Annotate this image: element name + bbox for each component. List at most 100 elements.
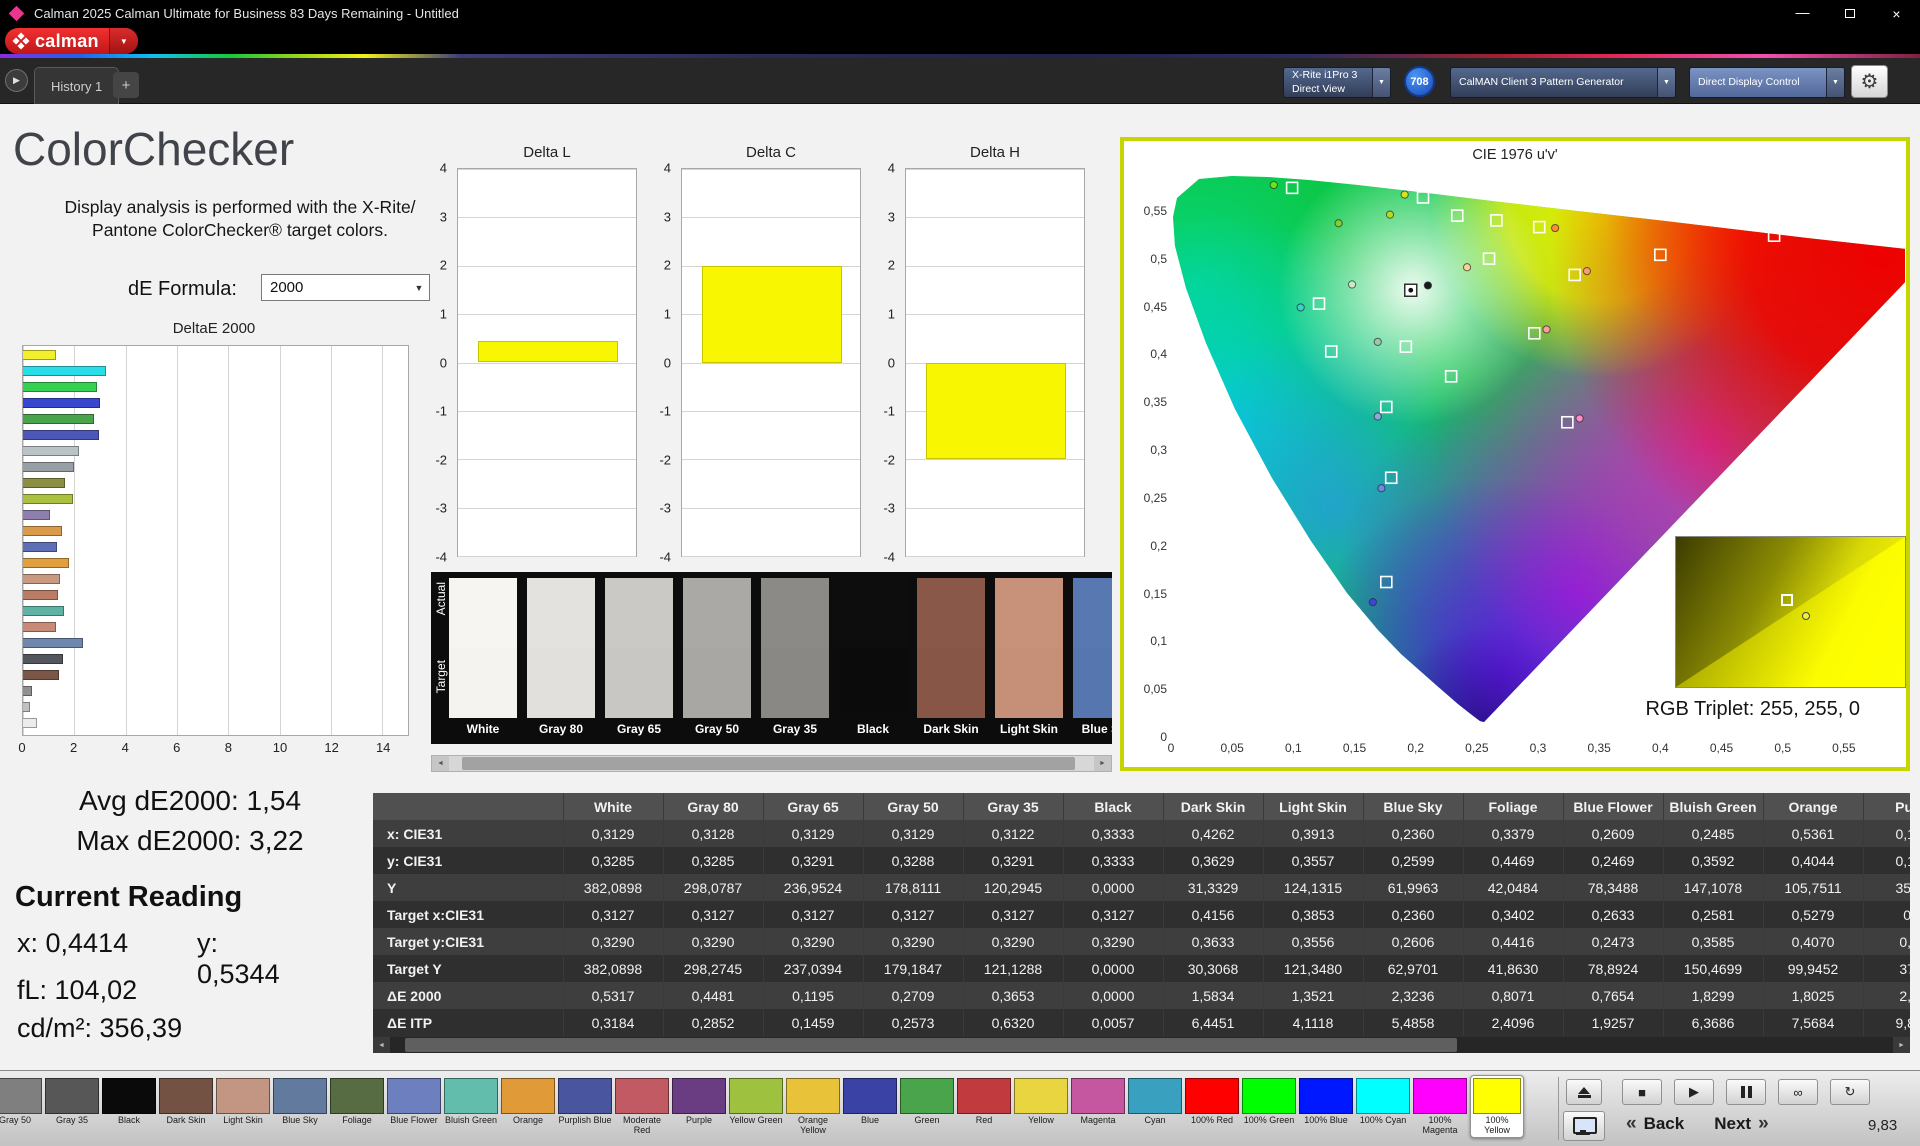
infinity-icon: ∞: [1793, 1084, 1803, 1100]
color-inset: [1675, 536, 1906, 688]
refresh-button[interactable]: ↻: [1830, 1079, 1870, 1105]
row-label: Y: [373, 874, 564, 901]
pattern-color: [1014, 1078, 1068, 1114]
row-label: ΔE ITP: [373, 1009, 564, 1036]
play-icon: ▶: [1689, 1084, 1699, 1099]
formula-dropdown[interactable]: 2000 ▼: [261, 274, 430, 301]
pattern-label: 100% Cyan: [1359, 1116, 1407, 1125]
pattern-button[interactable]: 100% Yellow: [1470, 1075, 1524, 1138]
pattern-button[interactable]: Magenta: [1071, 1078, 1125, 1138]
column-header: Orange: [1763, 793, 1864, 820]
scrollbar-track[interactable]: [390, 1037, 1893, 1053]
row-label: ΔE 2000: [373, 982, 564, 1009]
back-button[interactable]: « Back: [1626, 1113, 1684, 1135]
pattern-button[interactable]: 100% Red: [1185, 1078, 1239, 1138]
deltae-bar: [23, 494, 74, 504]
y-tick-label: 0,45: [1143, 299, 1167, 314]
pattern-button[interactable]: 100% Blue: [1299, 1078, 1353, 1138]
y-tick-label: -4: [659, 549, 671, 565]
pattern-button[interactable]: 100% Magenta: [1413, 1078, 1467, 1138]
pattern-label: Green: [914, 1116, 940, 1125]
y-tick-label: 4: [439, 160, 447, 176]
pattern-button[interactable]: Yellow: [1014, 1078, 1068, 1138]
swatch-label: White: [466, 722, 500, 736]
swatch: Black: [839, 578, 907, 736]
instrument-dropdown[interactable]: X-Rite i1Pro 3 Direct View ▼: [1283, 67, 1391, 98]
y-tick-label: -1: [435, 403, 447, 419]
delta-c-title: Delta C: [745, 144, 797, 161]
pattern-button[interactable]: Gray 50: [0, 1078, 42, 1138]
pattern-button[interactable]: Cyan: [1128, 1078, 1182, 1138]
display-window-button[interactable]: [1563, 1111, 1605, 1141]
pattern-button[interactable]: Green: [900, 1078, 954, 1138]
pattern-button[interactable]: Black: [102, 1078, 156, 1138]
next-button[interactable]: Next »: [1714, 1113, 1768, 1135]
pattern-label: Purplish Blue: [558, 1116, 612, 1125]
stop-button[interactable]: ■: [1622, 1079, 1662, 1105]
minimize-button[interactable]: —: [1779, 0, 1826, 27]
calman-logo[interactable]: calman ▼: [5, 28, 138, 54]
pattern-label: Black: [117, 1116, 140, 1125]
settings-button[interactable]: ⚙: [1851, 65, 1888, 98]
run-button[interactable]: ▶: [5, 69, 28, 92]
pattern-label: Blue Flower: [390, 1116, 438, 1125]
pattern-button[interactable]: Light Skin: [216, 1078, 270, 1138]
pattern-button[interactable]: Yellow Green: [729, 1078, 783, 1138]
pause-icon: [1740, 1086, 1752, 1098]
current-x: x: 0,4414: [17, 928, 129, 958]
deltae-bar: [23, 542, 58, 552]
logo-menu-button[interactable]: ▼: [108, 28, 138, 54]
loop-button[interactable]: ∞: [1778, 1079, 1818, 1105]
add-tab-button[interactable]: +: [113, 72, 139, 98]
pattern-label: Bluish Green: [444, 1116, 498, 1125]
pattern-button[interactable]: Blue Flower: [387, 1078, 441, 1138]
scrollbar-track[interactable]: [449, 756, 1094, 771]
table-scrollbar[interactable]: ◄ ►: [373, 1037, 1910, 1053]
pause-button[interactable]: [1726, 1079, 1766, 1105]
close-icon: ×: [1892, 5, 1901, 22]
swatch-scrollbar[interactable]: ◄ ►: [431, 755, 1112, 772]
pattern-button[interactable]: 100% Cyan: [1356, 1078, 1410, 1138]
x-tick-label: 0,05: [1220, 741, 1244, 755]
pattern-button[interactable]: Foliage: [330, 1078, 384, 1138]
display-control-dropdown[interactable]: Direct Display Control ▼: [1689, 67, 1845, 98]
pattern-button[interactable]: 100% Green: [1242, 1078, 1296, 1138]
scrollbar-thumb[interactable]: [461, 757, 1075, 770]
pattern-button[interactable]: Orange Yellow: [786, 1078, 840, 1138]
play-button[interactable]: ▶: [1674, 1079, 1714, 1105]
pattern-button[interactable]: Purplish Blue: [558, 1078, 612, 1138]
y-tick-label: 1: [439, 306, 447, 322]
scroll-left-button[interactable]: ◄: [373, 1037, 390, 1053]
maximize-button[interactable]: [1826, 0, 1873, 27]
pattern-button[interactable]: Bluish Green: [444, 1078, 498, 1138]
scroll-right-button[interactable]: ►: [1893, 1037, 1910, 1053]
deltae-bars: [23, 346, 408, 735]
y-tick-label: -3: [883, 500, 895, 516]
x-tick-label: 14: [375, 740, 391, 755]
pattern-button[interactable]: Purple: [672, 1078, 726, 1138]
x-tick-label: 0,15: [1342, 741, 1367, 755]
y-tick-label: -3: [659, 500, 671, 516]
swatch: Gray 65: [605, 578, 673, 736]
tab-history-1[interactable]: History 1: [34, 67, 120, 104]
pattern-button[interactable]: Blue: [843, 1078, 897, 1138]
pattern-button[interactable]: Red: [957, 1078, 1011, 1138]
pattern-button[interactable]: Orange: [501, 1078, 555, 1138]
pattern-color: [1128, 1078, 1182, 1114]
pattern-color: [615, 1078, 669, 1114]
eject-button[interactable]: [1566, 1079, 1602, 1105]
close-button[interactable]: ×: [1873, 0, 1920, 27]
scroll-right-button[interactable]: ►: [1094, 756, 1111, 771]
pattern-generator-dropdown[interactable]: CalMAN Client 3 Pattern Generator ▼: [1450, 67, 1676, 98]
instrument-mode: Direct View: [1292, 82, 1345, 95]
scroll-left-button[interactable]: ◄: [432, 756, 449, 771]
delta-range-bar: [477, 340, 619, 363]
pattern-label: Orange Yellow: [797, 1116, 829, 1135]
pattern-button[interactable]: Blue Sky: [273, 1078, 327, 1138]
pattern-button[interactable]: Dark Skin: [159, 1078, 213, 1138]
scrollbar-thumb[interactable]: [405, 1038, 1458, 1052]
deltae-bar: [23, 446, 80, 456]
pattern-button[interactable]: Gray 35: [45, 1078, 99, 1138]
y-tick-label: 0,15: [1143, 586, 1167, 601]
pattern-button[interactable]: Moderate Red: [615, 1078, 669, 1138]
